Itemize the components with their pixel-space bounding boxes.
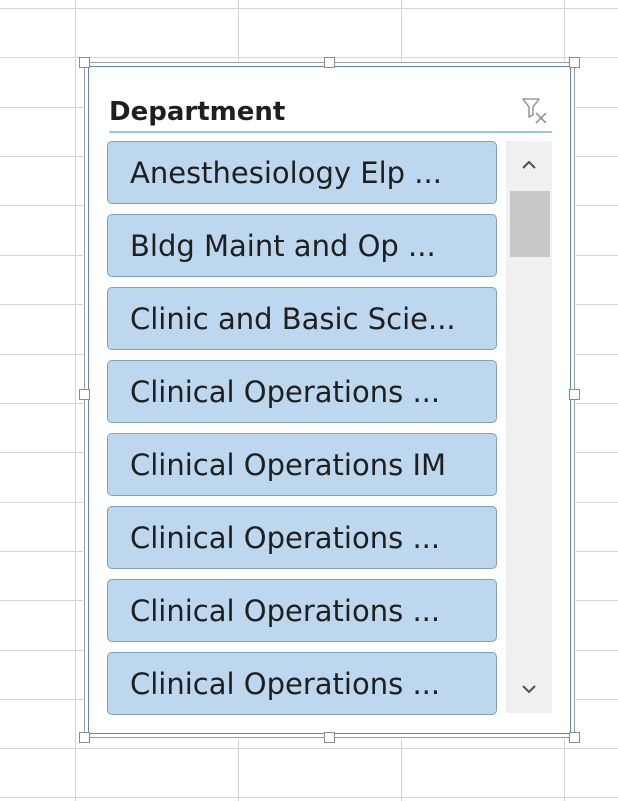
- department-slicer[interactable]: Department Anesthesiology Elp ... Bldg M…: [79, 57, 580, 743]
- slicer-item[interactable]: Clinical Operations IM: [107, 433, 497, 496]
- slicer-item[interactable]: Clinical Operations ...: [107, 360, 497, 423]
- resize-handle-left[interactable]: [79, 389, 90, 400]
- resize-handle-bottom-left[interactable]: [79, 732, 90, 743]
- resize-handle-right[interactable]: [569, 389, 580, 400]
- slicer-item[interactable]: Clinical Operations ...: [107, 579, 497, 642]
- scroll-down-button[interactable]: [506, 665, 552, 713]
- slicer-item[interactable]: Anesthesiology Elp ...: [107, 141, 497, 204]
- scroll-up-button[interactable]: [506, 141, 552, 189]
- clear-filter-icon[interactable]: [520, 95, 550, 125]
- resize-handle-bottom-right[interactable]: [569, 732, 580, 743]
- slicer-item[interactable]: Clinical Operations ...: [107, 652, 497, 715]
- resize-handle-top[interactable]: [324, 57, 335, 68]
- chevron-up-icon: [522, 160, 536, 169]
- chevron-down-icon: [522, 685, 536, 694]
- scrollbar-thumb[interactable]: [510, 191, 550, 257]
- resize-handle-top-left[interactable]: [79, 57, 90, 68]
- slicer-item[interactable]: Bldg Maint and Op ...: [107, 214, 497, 277]
- slicer-title: Department: [109, 97, 286, 127]
- vertical-scrollbar[interactable]: [506, 141, 552, 713]
- slicer-header: Department: [109, 79, 552, 133]
- slicer-item[interactable]: Clinical Operations ...: [107, 506, 497, 569]
- resize-handle-bottom[interactable]: [324, 732, 335, 743]
- slicer-item[interactable]: Clinic and Basic Scie...: [107, 287, 497, 350]
- slicer-item-list: Anesthesiology Elp ... Bldg Maint and Op…: [107, 141, 497, 725]
- resize-handle-top-right[interactable]: [569, 57, 580, 68]
